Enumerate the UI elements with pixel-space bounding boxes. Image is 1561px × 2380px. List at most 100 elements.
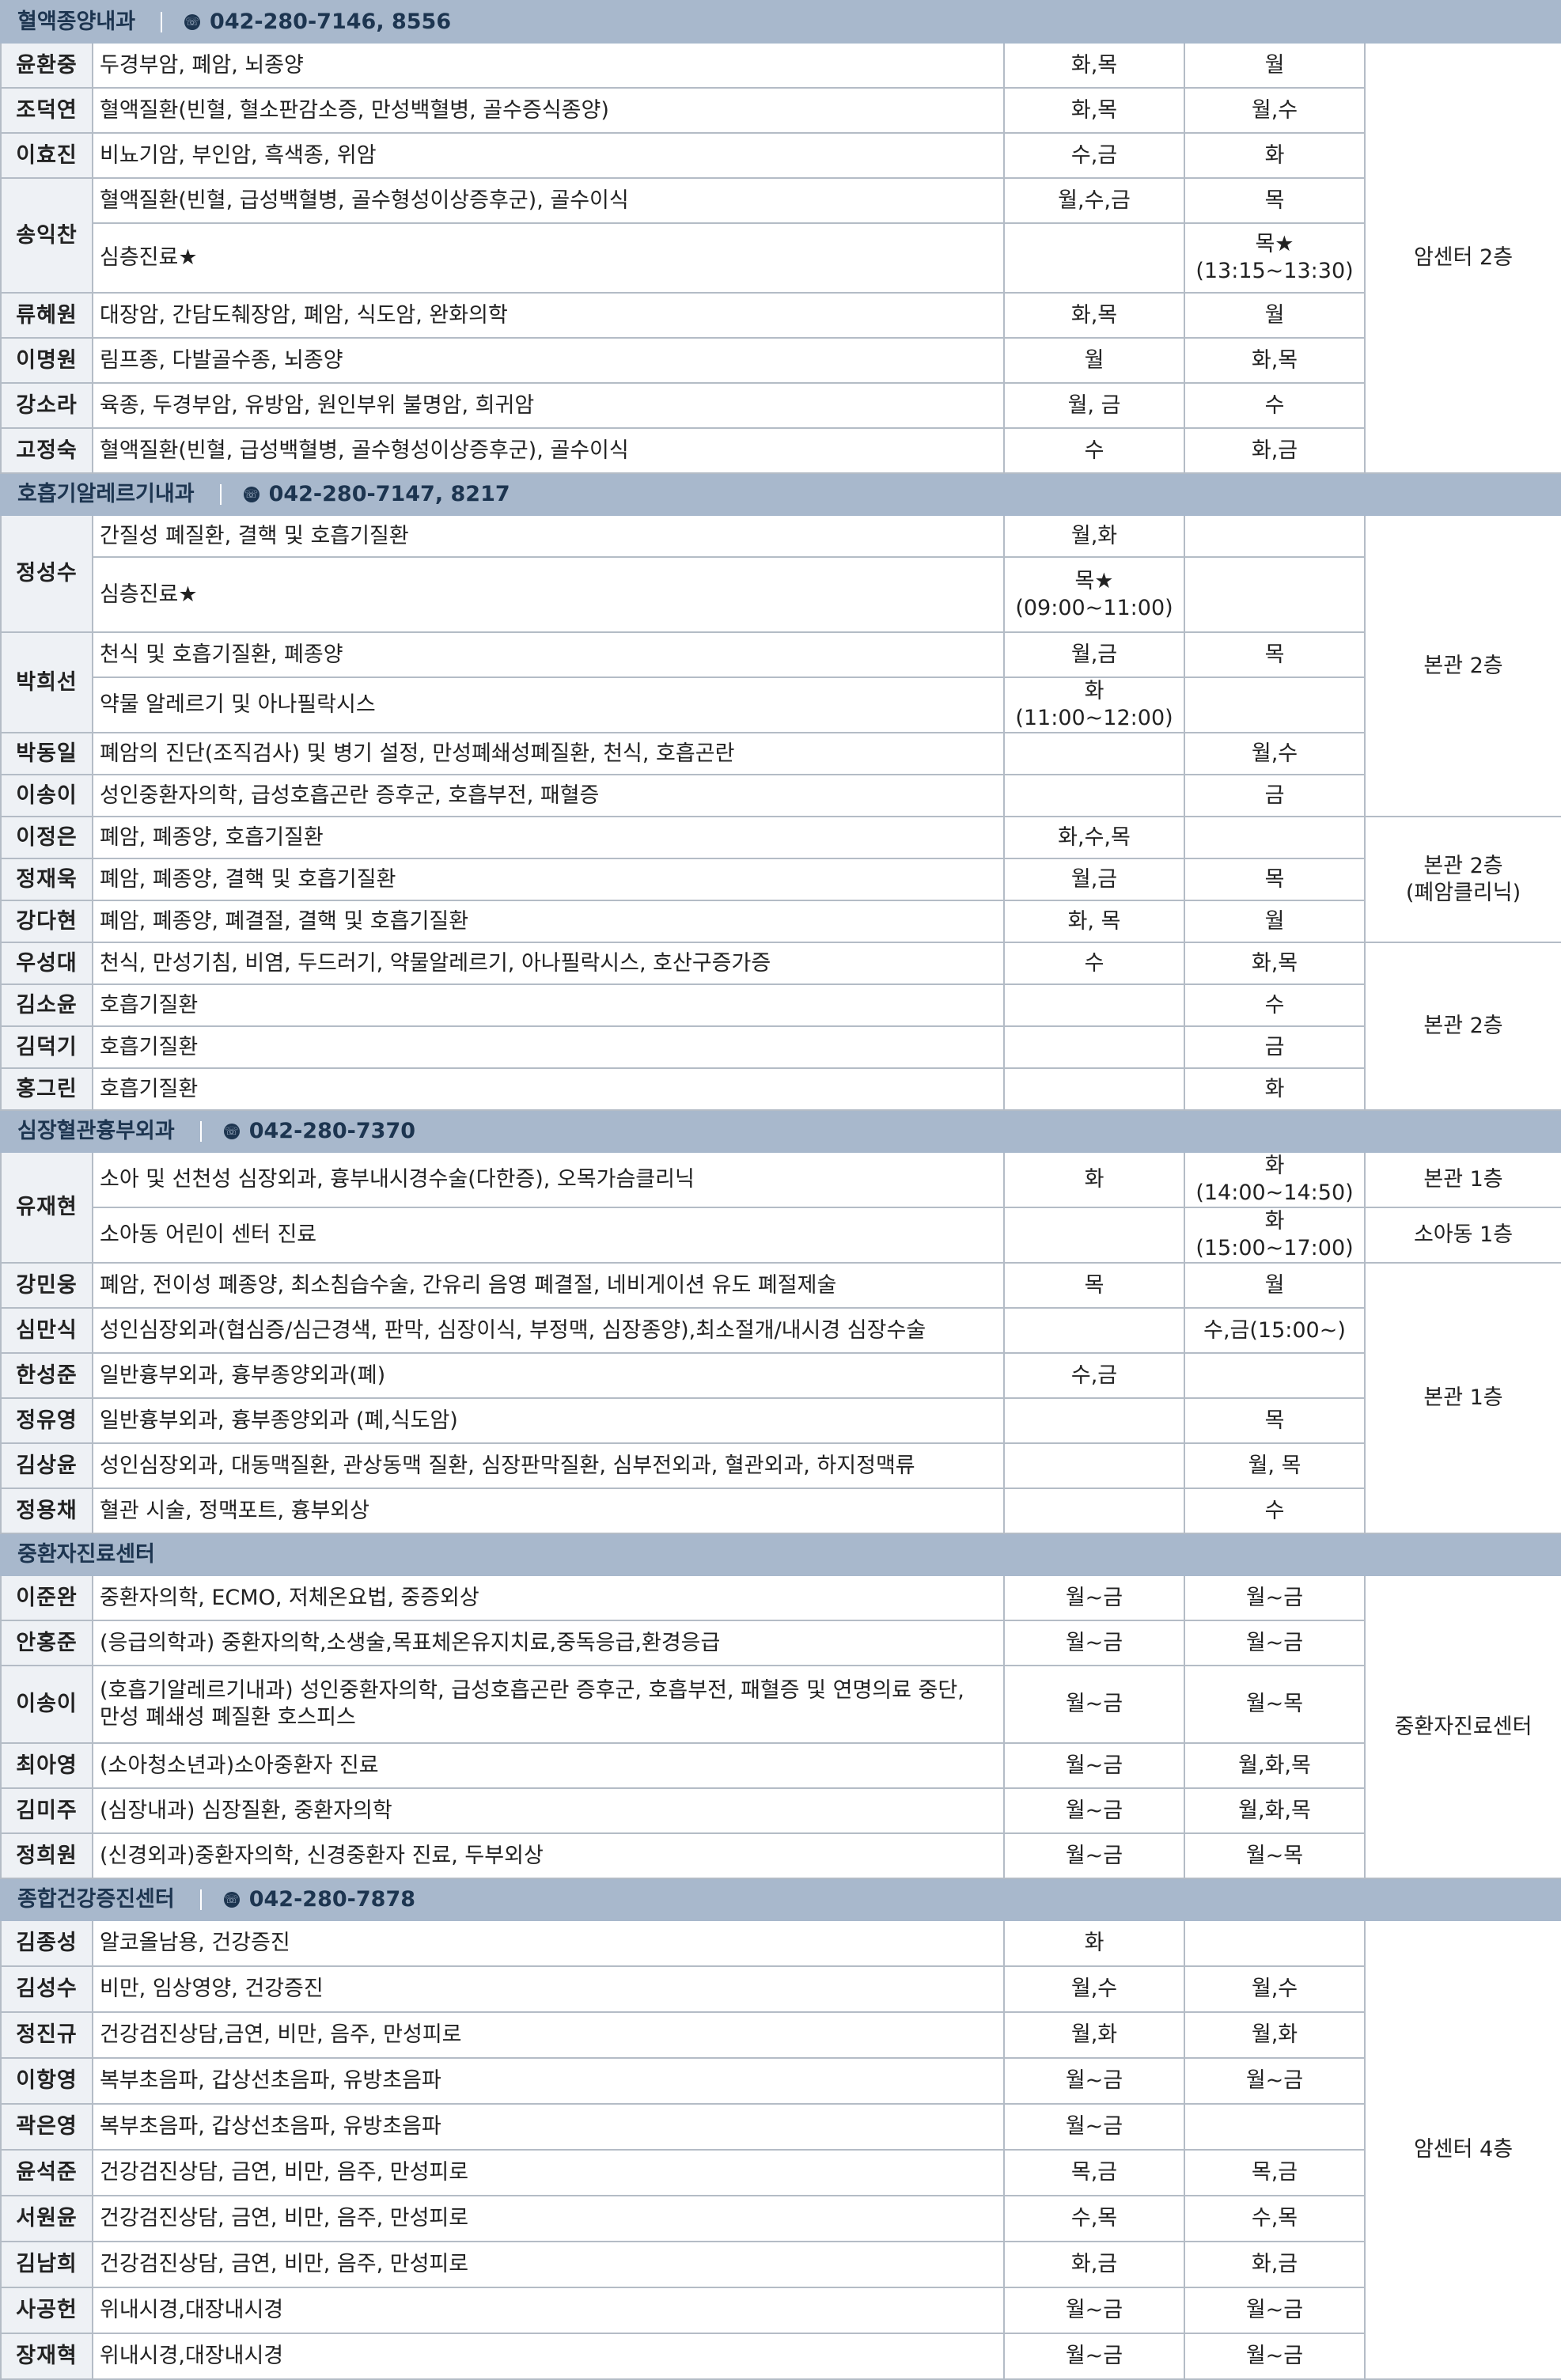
location: 암센터 4층 xyxy=(1363,1920,1561,2380)
table-row: 정용채 혈관 시술, 정맥포트, 흉부외상 수 xyxy=(0,1488,1561,1534)
table-row: 조덕연 혈액질환(빈혈, 혈소판감소증, 만성백혈병, 골수증식종양) 화,목 … xyxy=(0,87,1561,134)
am-days: 월,금 xyxy=(1003,858,1185,901)
doctor-name: 김성수 xyxy=(0,1965,93,2013)
table-row: 이명원 림프종, 다발골수종, 뇌종양 월 화,목 xyxy=(0,337,1561,384)
table-row: 사공헌 위내시경,대장내시경 월~금 월~금 xyxy=(0,2287,1561,2334)
divider xyxy=(199,1889,202,1910)
pm-days: 목 xyxy=(1184,1397,1366,1444)
am-days: 화, 목 xyxy=(1003,900,1185,943)
specialty: 중환자의학, ECMO, 저체온요법, 중증외상 xyxy=(92,1575,1005,1621)
specialty: 혈액질환(빈혈, 급성백혈병, 골수형성이상증후군), 골수이식 xyxy=(92,427,1005,474)
table-row: 정진규 건강검진상담,금연, 비만, 음주, 만성피로 월,화 월,화 xyxy=(0,2011,1561,2059)
specialty: 혈액질환(빈혈, 혈소판감소증, 만성백혈병, 골수증식종양) xyxy=(92,87,1005,134)
am-days xyxy=(1003,983,1185,1027)
pm-days: 목★ (13:15~13:30) xyxy=(1184,222,1366,294)
table-row: 윤석준 건강검진상담, 금연, 비만, 음주, 만성피로 목,금 목,금 xyxy=(0,2149,1561,2196)
doctor-name: 이송이 xyxy=(0,774,93,817)
am-days: 화,목 xyxy=(1003,292,1185,339)
pm-days xyxy=(1184,2103,1366,2151)
doctor-name: 윤환중 xyxy=(0,42,93,89)
pm-days xyxy=(1184,816,1366,859)
pm-days: 월, 목 xyxy=(1184,1442,1366,1489)
specialty: 폐암, 폐종양, 결핵 및 호흡기질환 xyxy=(92,858,1005,901)
table-row: 류혜원 대장암, 간담도췌장암, 폐암, 식도암, 완화의학 화,목 월 xyxy=(0,292,1561,339)
am-days: 월,화 xyxy=(1003,514,1185,558)
specialty: (심장내과) 심장질환, 중환자의학 xyxy=(92,1787,1005,1834)
pm-days: 화(15:00~17:00) xyxy=(1184,1207,1366,1264)
pm-days: 화,금 xyxy=(1184,427,1366,474)
table-row: 이송이 성인중환자의학, 급성호흡곤란 증후군, 호흡부전, 패혈증 금 xyxy=(0,774,1561,817)
table-row: 김남희 건강검진상담, 금연, 비만, 음주, 만성피로 화,금 화,금 xyxy=(0,2241,1561,2288)
table-row: 윤환중 두경부암, 폐암, 뇌종양 화,목 월 암센터 2층 xyxy=(0,42,1561,474)
doctor-name: 서원윤 xyxy=(0,2195,93,2242)
pm-days: 월~금 xyxy=(1184,1620,1366,1666)
phone-icon: ☏ xyxy=(223,1124,240,1139)
pm-days: 월,수 xyxy=(1184,732,1366,775)
table-row: 이정은 폐암, 폐종양, 호흡기질환 화,수,목 본관 2층 (폐암클리닉) xyxy=(0,816,1561,943)
section-phone: 042-280-7147, 8217 xyxy=(268,481,510,506)
pm-days: 월~금 xyxy=(1184,2287,1366,2334)
am-days: 월,수 xyxy=(1003,1965,1185,2013)
pm-days: 수 xyxy=(1184,1488,1366,1534)
am-days: 월,수,금 xyxy=(1003,177,1185,224)
doctor-name: 이준완 xyxy=(0,1575,93,1621)
doctor-name: 정재욱 xyxy=(0,858,93,901)
specialty: 건강검진상담, 금연, 비만, 음주, 만성피로 xyxy=(92,2149,1005,2196)
pm-days xyxy=(1184,676,1366,733)
table-row: 김성수 비만, 임상영양, 건강증진 월,수 월,수 xyxy=(0,1965,1561,2013)
doctor-schedule-table: 혈액종양내과 ☏ 042-280-7146, 8556 윤환중 두경부암, 폐암, … xyxy=(0,0,1561,2380)
pm-days xyxy=(1184,1352,1366,1399)
pm-days: 화(14:00~14:50) xyxy=(1184,1151,1366,1208)
pm-days: 목,금 xyxy=(1184,2149,1366,2196)
table-row: 강소라 육종, 두경부암, 유방암, 원인부위 불명암, 희귀암 월, 금 수 xyxy=(0,382,1561,429)
specialty: 육종, 두경부암, 유방암, 원인부위 불명암, 희귀암 xyxy=(92,382,1005,429)
table-row: 강민웅 폐암, 전이성 폐종양, 최소침습수술, 간유리 음영 폐결절, 네비게… xyxy=(0,1262,1561,1534)
specialty: (호흡기알레르기내과) 성인중환자의학, 급성호흡곤란 증후군, 호흡부전, 패… xyxy=(92,1665,1005,1744)
doctor-name: 이명원 xyxy=(0,337,93,384)
am-days: 수 xyxy=(1003,942,1185,985)
specialty: 건강검진상담, 금연, 비만, 음주, 만성피로 xyxy=(92,2241,1005,2288)
location: 중환자진료센터 xyxy=(1363,1575,1561,1879)
section-phone: 042-280-7146, 8556 xyxy=(210,9,452,34)
table-row: 강다현 폐암, 폐종양, 폐결절, 결핵 및 호흡기질환 화, 목 월 xyxy=(0,900,1561,943)
am-days: 목,금 xyxy=(1003,2149,1185,2196)
am-days: 목★ (09:00~11:00) xyxy=(1003,556,1185,633)
doctor-name: 김종성 xyxy=(0,1920,93,1967)
location: 소아동 1층 xyxy=(1363,1207,1561,1264)
location: 본관 2층 (폐암클리닉) xyxy=(1363,816,1561,943)
doctor-name: 강다현 xyxy=(0,900,93,943)
pm-days: 금 xyxy=(1184,1025,1366,1069)
am-days xyxy=(1003,1067,1185,1111)
am-days-value: 목★ xyxy=(1074,568,1114,593)
am-days xyxy=(1003,1488,1185,1534)
am-days xyxy=(1003,1207,1185,1264)
location: 본관 2층 xyxy=(1363,942,1561,1111)
doctor-name: 박희선 xyxy=(0,631,93,733)
pm-days: 월 xyxy=(1184,900,1366,943)
am-days: 수,금 xyxy=(1003,1352,1185,1399)
doctor-name: 김미주 xyxy=(0,1787,93,1834)
doctor-name: 최아영 xyxy=(0,1742,93,1789)
specialty: 호흡기질환 xyxy=(92,1025,1005,1069)
am-days: 월, 금 xyxy=(1003,382,1185,429)
pm-days: 수,목 xyxy=(1184,2195,1366,2242)
location-note: (폐암클리닉) xyxy=(1405,880,1521,905)
specialty: 대장암, 간담도췌장암, 폐암, 식도암, 완화의학 xyxy=(92,292,1005,339)
table-row: 정성수 간질성 폐질환, 결핵 및 호흡기질환 월,화 본관 2층 xyxy=(0,514,1561,817)
am-days: 월~금 xyxy=(1003,1832,1185,1879)
specialty-line: 만성 폐쇄성 폐질환 호스피스 xyxy=(100,1705,356,1730)
specialty: 간질성 폐질환, 결핵 및 호흡기질환 xyxy=(92,514,1005,558)
location-line: 본관 2층 xyxy=(1423,853,1503,878)
table-row: 김미주 (심장내과) 심장질환, 중환자의학 월~금 월,화,목 xyxy=(0,1787,1561,1834)
am-days: 월~금 xyxy=(1003,1742,1185,1789)
location: 암센터 2층 xyxy=(1363,42,1561,474)
specialty: 소아동 어린이 센터 진료 xyxy=(92,1207,1005,1264)
pm-days: 목 xyxy=(1184,631,1366,678)
am-days: 수,금 xyxy=(1003,132,1185,179)
specialty: 알코올남용, 건강증진 xyxy=(92,1920,1005,1967)
pm-days: 월~금 xyxy=(1184,2333,1366,2380)
doctor-name: 김상윤 xyxy=(0,1442,93,1489)
specialty: 건강검진상담, 금연, 비만, 음주, 만성피로 xyxy=(92,2195,1005,2242)
specialty: 비뇨기암, 부인암, 흑색종, 위암 xyxy=(92,132,1005,179)
specialty-line: (호흡기알레르기내과) 성인중환자의학, 급성호흡곤란 증후군, 호흡부전, 패… xyxy=(100,1678,964,1703)
